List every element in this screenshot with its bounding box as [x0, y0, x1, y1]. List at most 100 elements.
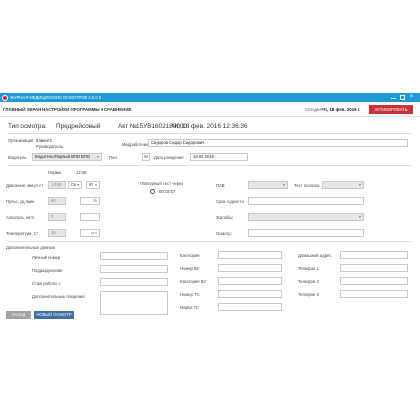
driver-value: Водитель!Первый ВПИ ВПО	[35, 154, 91, 159]
category-label: Категория	[180, 253, 200, 258]
pressure-label: Давление, мм.рт.ст	[6, 183, 44, 188]
temperature-label: Температура, С°	[6, 231, 39, 236]
phone-2-input[interactable]	[340, 277, 408, 285]
menu-main-screen[interactable]: ГЛАВНЫЙ ЭКРАН	[3, 107, 41, 112]
license-category-label: Категория ВУ	[180, 279, 207, 284]
medic-field[interactable]: Сидоров Сидор Сидорович	[148, 139, 408, 147]
pulse-norm: 60	[48, 197, 66, 205]
chevron-down-icon: ▾	[358, 214, 361, 219]
driver-select[interactable]: Водитель!Первый ВПИ ВПО ▾	[32, 153, 102, 161]
close-icon[interactable]: ×	[409, 94, 414, 100]
retest-time: 00:19:57	[159, 189, 176, 194]
driver-label: Водитель	[8, 155, 27, 160]
personal-number-input[interactable]	[100, 252, 168, 260]
phone-3-label: Телефон 3	[298, 292, 319, 297]
pav-label: ПАВ	[216, 183, 225, 188]
today-label: Сегодня:	[305, 107, 324, 112]
expiry-label: Срок годности	[216, 199, 244, 204]
minimize-icon[interactable]	[391, 95, 396, 99]
chevron-down-icon: ▾	[358, 182, 361, 187]
alcohol-norm: 0	[48, 213, 66, 221]
chevron-down-icon: ▾	[96, 154, 99, 159]
complaints-select[interactable]: ▾	[248, 213, 364, 221]
act-label: Акт №	[118, 123, 137, 130]
vehicle-number-label: Номер ТС	[180, 292, 200, 297]
app-logo-icon	[2, 94, 8, 101]
alcohol-input[interactable]	[80, 213, 100, 221]
personal-number-label: Личный номер	[32, 255, 61, 260]
activate-button[interactable]: АКТИВИРОВАТЬ	[369, 105, 413, 114]
chevron-down-icon: ▾	[94, 182, 97, 187]
app-window: ЖУРНАЛ МЕДИЦИНСКИХ ОСМОТРОВ 3.0.0.0 × ГЛ…	[0, 93, 420, 325]
pav-select[interactable]: ▾	[248, 181, 288, 189]
expiry-input[interactable]	[248, 197, 364, 205]
sex-field[interactable]: М	[142, 153, 150, 161]
department-label: Подразделение	[32, 268, 63, 273]
home-address-label: Домашний адрес	[298, 253, 332, 258]
pressure-systolic-input[interactable]: Ск ▾	[68, 181, 82, 189]
vehicle-number-input[interactable]	[218, 290, 282, 298]
medic-value: Сидоров Сидор Сидорович	[151, 140, 205, 145]
experience-label: Стаж работы с	[32, 281, 61, 286]
extra-section-title: Дополнительные данные	[6, 245, 56, 250]
driver-divider	[8, 165, 412, 166]
license-category-input[interactable]	[218, 277, 282, 285]
organization-client: Клиент1	[36, 138, 53, 143]
act-datetime: Чт, 18 фев. 2016 12:36:36	[172, 123, 248, 130]
chevron-down-icon: ▾	[282, 182, 285, 187]
maximize-icon[interactable]	[400, 94, 405, 100]
managers-label: Руководитель:	[36, 144, 65, 149]
pressure-norm: 1/100	[48, 181, 66, 189]
test-strip-label: Тест полоска	[294, 183, 320, 188]
license-number-input[interactable]	[218, 264, 282, 272]
sex-label: Пол	[109, 155, 117, 160]
temperature-input[interactable]: м.к	[80, 229, 100, 237]
retest-label: Повторный тест через	[140, 181, 184, 186]
app-title: ЖУРНАЛ МЕДИЦИНСКИХ ОСМОТРОВ 3.0.0.0	[10, 95, 102, 100]
phone-1-input[interactable]	[340, 264, 408, 272]
required-icon: %	[93, 198, 97, 203]
birth-date-label: Дата рождения	[154, 155, 184, 160]
organization-label: Организация	[8, 138, 34, 143]
phone-1-label: Телефон 1	[298, 266, 319, 271]
pulse-input[interactable]: %	[80, 197, 100, 205]
pulse-label: Пульс, уд./мин	[6, 199, 35, 204]
pressure-dia-value: Кт	[89, 182, 94, 187]
remark-label: Осмотр:	[216, 231, 232, 236]
menu-settings[interactable]: НАСТРОЙКИ ПРОГРАММЫ ▾	[42, 107, 103, 113]
clock-icon	[150, 189, 155, 194]
license-number-label: Номер ВУ	[180, 266, 200, 271]
department-input[interactable]	[100, 265, 168, 273]
today-value: Чт, 18 фев. 2016 г.	[322, 107, 361, 112]
remark-input[interactable]	[248, 229, 364, 237]
vehicle-brand-label: Марка ТС	[180, 305, 200, 310]
complaints-label: Жалобы	[216, 215, 233, 220]
pressure-diastolic-input[interactable]: Кт ▾	[86, 181, 100, 189]
test-strip-select[interactable]: ▾	[322, 181, 364, 189]
measure-time: 12:36	[76, 170, 87, 175]
back-button[interactable]: НАЗАД	[6, 311, 31, 319]
exam-type-label: Тип осмотра:	[8, 123, 47, 130]
home-address-input[interactable]	[340, 251, 408, 259]
menu-compare[interactable]: СРАВНЕНИЕ	[104, 107, 131, 112]
vehicle-brand-input[interactable]	[218, 303, 282, 311]
experience-input[interactable]	[100, 278, 168, 286]
additional-info-label: Дополнительные сведения	[32, 294, 85, 299]
phone-2-label: Телефон 2	[298, 279, 319, 284]
menu-bar: ГЛАВНЫЙ ЭКРАН НАСТРОЙКИ ПРОГРАММЫ ▾ СРАВ…	[0, 102, 420, 117]
chevron-down-icon: ▾	[76, 182, 79, 187]
medic-label: Медработник	[122, 142, 148, 147]
phone-3-input[interactable]	[340, 290, 408, 298]
birth-date-value: 19.02.2016	[193, 154, 214, 159]
temperature-unit: м.к	[91, 230, 97, 235]
birth-date-field[interactable]: 19.02.2016	[190, 153, 248, 161]
category-input[interactable]	[218, 251, 282, 259]
vitals-divider	[8, 241, 412, 242]
exam-type-value[interactable]: Предрейсовый	[56, 123, 100, 130]
additional-info-input[interactable]	[100, 291, 168, 315]
title-bar: ЖУРНАЛ МЕДИЦИНСКИХ ОСМОТРОВ 3.0.0.0 ×	[0, 93, 420, 102]
alcohol-label: Алкоголь, мг/л	[6, 215, 35, 220]
pressure-sys-value: Ск	[71, 182, 76, 187]
new-exam-button[interactable]: НОВЫЙ ОСМОТР	[34, 311, 74, 319]
norm-header: Норма	[48, 170, 61, 175]
